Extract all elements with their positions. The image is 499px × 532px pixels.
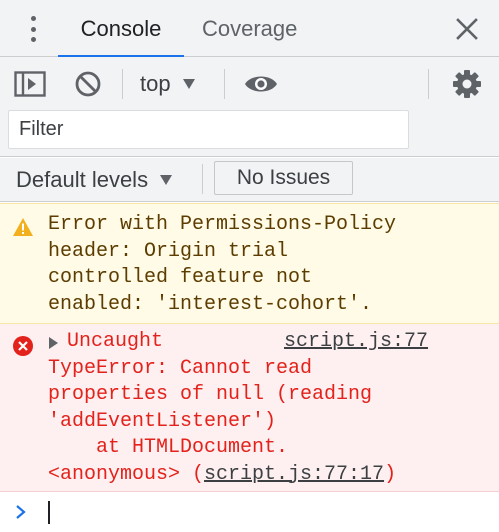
warning-icon: [13, 218, 33, 236]
gear-icon[interactable]: [452, 69, 482, 99]
warning-text-line: header: Origin trial: [48, 239, 289, 263]
toolbar-divider: [122, 69, 123, 99]
chevron-down-icon: [182, 79, 195, 89]
stack-frame-suffix: ): [384, 462, 397, 486]
error-text-line: 'addEventListener'): [48, 409, 277, 433]
kebab-icon[interactable]: [22, 14, 44, 44]
error-text: Uncaught script.js:77 TypeError: Cannot …: [48, 329, 499, 488]
filter-input[interactable]: [8, 110, 409, 149]
error-title: Uncaught: [67, 330, 164, 353]
error-text-line: at HTMLDocument.: [48, 436, 289, 459]
tab-console[interactable]: Console: [58, 0, 184, 58]
chevron-down-icon: [160, 175, 173, 185]
error-text-line: TypeError: Cannot read: [48, 356, 313, 380]
levels-row: Default levels No Issues: [0, 158, 499, 202]
source-link[interactable]: script.js:77: [284, 329, 428, 356]
warning-text-line: controlled feature not: [48, 266, 313, 289]
stack-frame-link[interactable]: script.js:77:17: [204, 463, 384, 486]
sidebar-toggle-icon[interactable]: [14, 71, 46, 97]
stack-frame-line: <anonymous> (script.js:77:17): [48, 462, 499, 489]
clear-console-icon[interactable]: [74, 70, 102, 98]
error-text-line: properties of null (reading: [48, 383, 373, 406]
tab-coverage[interactable]: Coverage: [202, 0, 297, 57]
toolbar-divider: [224, 69, 225, 99]
warning-text-line: enabled: 'interest-cohort'.: [48, 292, 373, 316]
stack-frame-prefix: <anonymous> (: [48, 462, 205, 486]
console-error-message: Uncaught script.js:77 TypeError: Cannot …: [0, 324, 499, 492]
warning-text-line: Error with Permissions-Policy: [48, 213, 397, 236]
console-warning-message: Error with Permissions-Policy header: Or…: [0, 203, 499, 324]
text-caret: [48, 501, 50, 524]
console-prompt[interactable]: [0, 493, 499, 532]
toolbar-divider: [428, 69, 429, 99]
error-icon: [13, 336, 33, 356]
console-toolbar: top: [0, 57, 499, 157]
context-selector[interactable]: top: [140, 66, 195, 102]
eye-icon[interactable]: [244, 73, 278, 95]
issues-button[interactable]: No Issues: [214, 161, 353, 195]
chevron-right-icon: [16, 505, 26, 519]
log-levels-dropdown[interactable]: Default levels: [16, 164, 173, 196]
tab-bar: Console Coverage: [0, 0, 499, 58]
log-levels-label: Default levels: [16, 167, 149, 192]
close-icon[interactable]: [454, 16, 480, 42]
toolbar-divider: [202, 164, 203, 194]
context-label: top: [140, 71, 171, 96]
